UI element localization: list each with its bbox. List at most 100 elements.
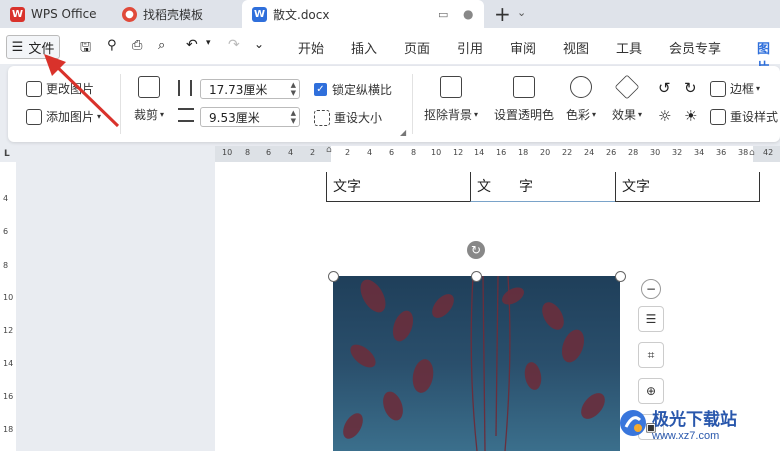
remove-bg-label: 抠除背景 [424,108,473,122]
set-transparent-label: 设置透明色 [494,108,555,122]
tab-template[interactable]: ● 找稻壳模板 [122,0,203,28]
chevron-down-icon: ▾ [160,110,165,119]
right-indent-marker-icon[interactable]: ⌂ [749,148,755,158]
effect-button[interactable]: 效果 ▾ [612,74,643,123]
rotate-right-icon[interactable]: ↻ [684,79,697,97]
color-label: 色彩 [566,108,591,122]
menu-member[interactable]: 会员专享 [669,38,721,57]
border-button[interactable]: 边框 ▾ [710,80,760,97]
menu-insert[interactable]: 插入 [351,38,377,57]
menu-tools[interactable]: 工具 [616,38,642,57]
ruler-tick: 12 [3,326,14,335]
more-chevron-icon[interactable]: ⌄ [254,37,264,51]
horizontal-ruler[interactable]: 10 8 6 4 2 ⌂ 2 4 6 8 10 12 14 16 18 20 2… [215,145,780,163]
ruler-tick: 4 [3,194,9,203]
height-input[interactable]: 9.53厘米 ▲ ▼ [200,107,300,127]
document-image[interactable] [333,276,620,451]
crop-label-wrap: 裁剪 ▾ [134,106,164,123]
watermark-url: www.xz7.com [652,429,720,442]
border-label: 边框 [730,82,755,96]
ruler-tick: 6 [266,148,272,157]
tab-document[interactable]: W 散文.docx ▭ ● [242,0,484,28]
indent-marker-icon[interactable]: ⌂ [326,145,332,155]
reset-size-label: 重设大小 [334,111,383,125]
chevron-down-icon: ▾ [592,110,597,119]
ruler-tick: 14 [474,148,485,157]
tab-label: 散文.docx [273,7,330,22]
menu-reference[interactable]: 引用 [457,38,483,57]
height-icon [178,108,194,122]
tab-wps-office[interactable]: W WPS Office [10,0,97,28]
ruler-tick: 16 [496,148,507,157]
word-doc-icon: W [252,6,267,22]
layout-options-icon[interactable]: ☰ [638,306,664,332]
lock-ratio-checkbox[interactable]: ✓ 锁定纵横比 [314,81,392,98]
ruler-tick: 8 [411,148,417,157]
height-value: 9.53厘米 [209,110,260,125]
ruler-tick: 28 [628,148,639,157]
new-tab-button[interactable]: + [494,2,511,26]
color-palette-icon [570,76,593,98]
table-cell[interactable]: 文字 [615,172,760,202]
reset-size-button[interactable]: 重设大小 [314,109,382,126]
crop-label: 裁剪 [134,108,159,122]
divider [412,74,413,134]
print-icon[interactable]: ⎙ [132,38,142,53]
effect-label: 效果 [612,108,637,122]
spinner-icon[interactable]: ▲ ▼ [291,81,296,97]
screen-icon[interactable]: ▭ [438,8,448,21]
chevron-down-icon: ▾ [638,110,643,119]
crop-icon [138,76,161,98]
width-input[interactable]: 17.73厘米 ▲ ▼ [200,79,300,99]
ruler-tick: 18 [3,425,14,434]
lock-ratio-label: 锁定纵横比 [332,83,393,97]
resize-handle[interactable] [471,271,482,282]
menu-page[interactable]: 页面 [404,38,430,57]
watermark-title: 极光下载站 [652,409,737,430]
ruler-tick: 6 [3,227,9,236]
spinner-icon[interactable]: ▲ ▼ [291,109,296,125]
border-icon [710,80,726,97]
table-cell[interactable]: 文 字 [470,172,616,202]
watermark-logo-icon [620,410,646,436]
reset-style-button[interactable]: 重设样式 [710,108,778,125]
ruler-tick: 8 [3,261,9,270]
reset-style-label: 重设样式 [730,110,779,124]
ruler-corner-icon[interactable]: L [4,149,10,159]
chevron-down-icon: ▾ [474,110,479,119]
docer-logo-icon: ● [122,6,137,22]
ruler-tick: 24 [584,148,595,157]
color-label-wrap: 色彩 ▾ [566,106,596,123]
contrast-icon[interactable]: ☀ [684,107,697,125]
vertical-ruler[interactable]: 4 6 8 10 12 14 16 18 [0,162,16,451]
rotate-left-icon[interactable]: ↺ [658,79,671,97]
ruler-tick: 26 [606,148,617,157]
undo-icon[interactable]: ↶ [186,37,198,53]
collapse-toolbar-button[interactable]: − [641,279,661,299]
menu-view[interactable]: 视图 [563,38,589,57]
menu-review[interactable]: 审阅 [510,38,536,57]
remove-background-button[interactable]: 抠除背景 ▾ [424,76,478,123]
tab-list-chevron-icon[interactable]: ⌄ [517,6,526,19]
crop-button[interactable]: 裁剪 ▾ [134,76,164,123]
table-cell[interactable]: 文字 [326,172,471,202]
title-tab-bar: W WPS Office ● 找稻壳模板 W 散文.docx ▭ ● + ⌄ [0,0,780,28]
menu-start[interactable]: 开始 [298,38,324,57]
crop-image-icon[interactable]: ⌗ [638,342,664,368]
ruler-tick: 12 [453,148,464,157]
width-value: 17.73厘米 [209,82,268,97]
redo-icon[interactable]: ↷ [228,37,240,53]
chevron-down-icon: ▾ [756,84,761,93]
ruler-tick: 4 [288,148,294,157]
undo-dropdown-icon[interactable]: ▾ [206,38,211,48]
color-button[interactable]: 色彩 ▾ [566,76,596,123]
rotate-handle-icon[interactable]: ↻ [467,241,485,259]
wps-logo-icon: W [10,6,25,22]
dialog-launcher-icon[interactable]: ◢ [400,128,406,137]
print-preview-icon[interactable]: ⌕ [158,38,165,53]
brightness-icon[interactable]: ☼ [658,107,671,125]
set-transparent-button[interactable]: 设置透明色 [494,76,554,123]
cube-icon [614,74,640,100]
resize-handle[interactable] [328,271,339,282]
resize-handle[interactable] [615,271,626,282]
